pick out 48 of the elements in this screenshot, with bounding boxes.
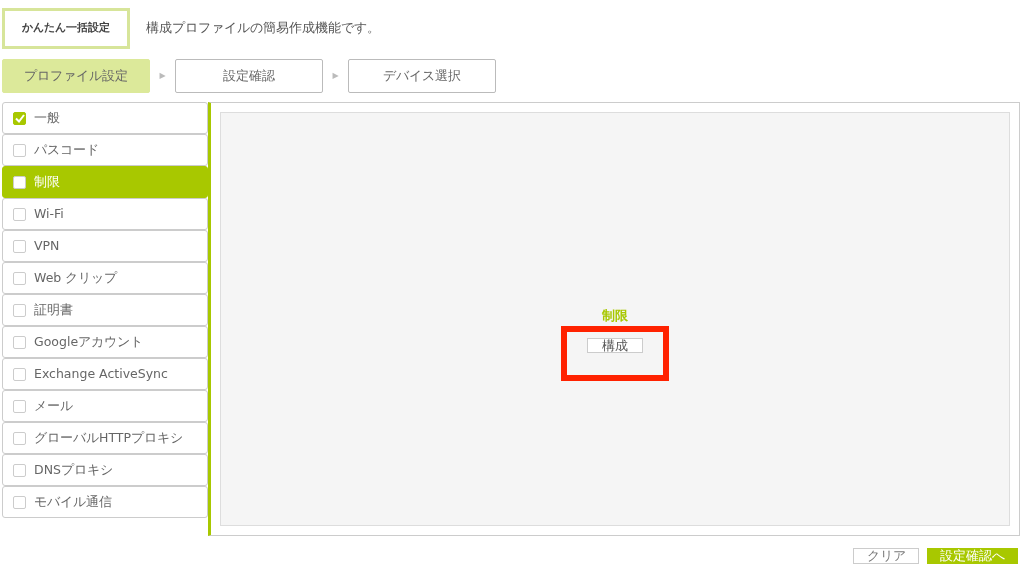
step-tab[interactable]: デバイス選択 <box>348 59 496 93</box>
sidebar-item[interactable]: 証明書 <box>2 294 208 326</box>
item-label: DNSプロキシ <box>34 460 113 479</box>
sidebar-item[interactable]: Wi-Fi <box>2 198 208 230</box>
sidebar-item[interactable]: 一般 <box>2 102 208 134</box>
sidebar-item[interactable]: DNSプロキシ <box>2 454 208 486</box>
checkbox[interactable] <box>13 303 26 317</box>
page-title: かんたん一括設定 <box>2 8 130 49</box>
checkbox[interactable] <box>13 463 26 477</box>
item-label: VPN <box>34 236 60 255</box>
clear-button[interactable]: クリア <box>853 548 919 564</box>
checkbox[interactable] <box>13 431 26 445</box>
sidebar-item[interactable]: グローバルHTTPプロキシ <box>2 422 208 454</box>
sidebar-item[interactable]: Exchange ActiveSync <box>2 358 208 390</box>
step-tab[interactable]: プロファイル設定 <box>2 59 150 93</box>
item-label: 制限 <box>34 172 60 191</box>
configure-button[interactable]: 構成 <box>586 337 643 353</box>
item-label: Googleアカウント <box>34 332 144 351</box>
checkbox[interactable] <box>13 399 26 413</box>
sidebar-item[interactable]: Web クリップ <box>2 262 208 294</box>
checkbox[interactable] <box>13 367 26 381</box>
item-label: Wi-Fi <box>34 204 64 223</box>
step-tab[interactable]: 設定確認 <box>175 59 323 93</box>
step-arrow: ▶ <box>331 70 340 82</box>
checkbox[interactable] <box>13 335 26 349</box>
item-label: 証明書 <box>34 300 73 319</box>
sidebar-item[interactable]: モバイル通信 <box>2 486 208 518</box>
checkbox[interactable] <box>13 143 26 157</box>
checkbox[interactable] <box>13 495 26 509</box>
sidebar-item[interactable]: パスコード <box>2 134 208 166</box>
checkbox[interactable] <box>13 175 26 189</box>
sidebar-item[interactable]: メール <box>2 390 208 422</box>
section-title: 制限 <box>601 306 628 325</box>
item-label: パスコード <box>34 140 99 159</box>
item-label: Exchange ActiveSync <box>34 364 168 383</box>
description-text: 構成プロファイルの簡易作成機能です。 <box>146 19 380 38</box>
item-label: モバイル通信 <box>34 492 112 511</box>
item-label: メール <box>34 396 73 415</box>
item-label: Web クリップ <box>34 268 118 287</box>
sidebar-item[interactable]: Googleアカウント <box>2 326 208 358</box>
sidebar-item[interactable]: VPN <box>2 230 208 262</box>
checkbox[interactable] <box>13 111 26 125</box>
item-label: グローバルHTTPプロキシ <box>34 428 183 447</box>
checkbox[interactable] <box>13 239 26 253</box>
checkbox[interactable] <box>13 271 26 285</box>
item-label: 一般 <box>34 108 60 127</box>
checkbox[interactable] <box>13 207 26 221</box>
step-arrow: ▶ <box>158 70 167 82</box>
